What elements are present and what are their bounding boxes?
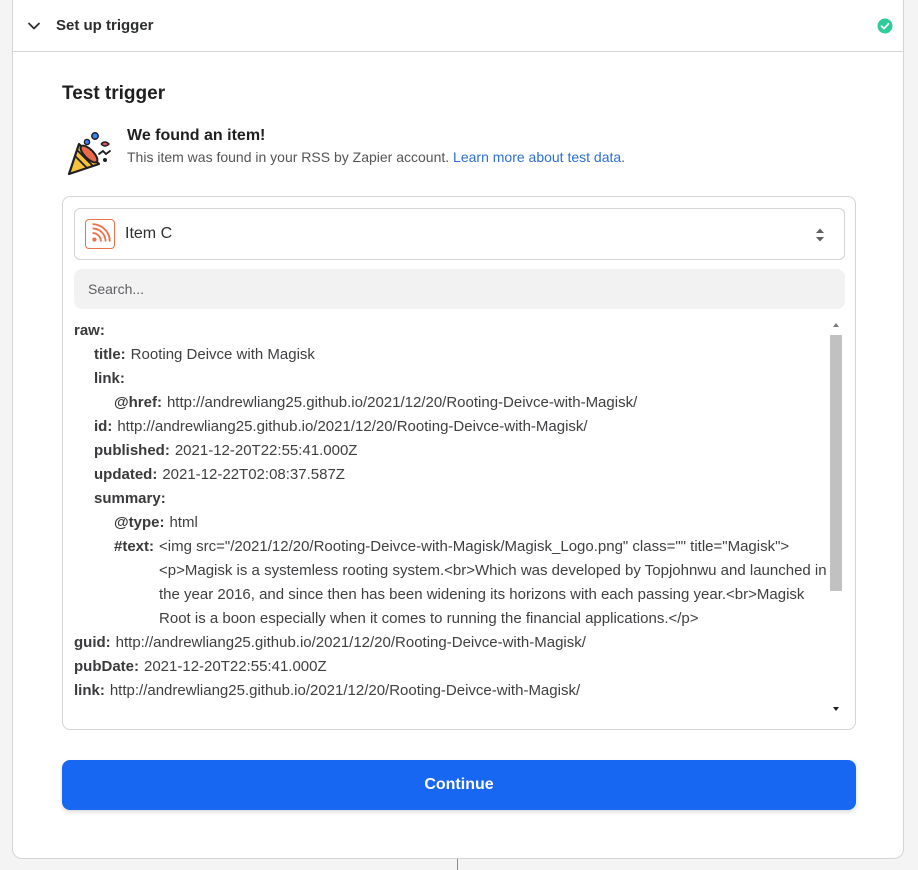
data-key: @type: [114,514,165,531]
data-row: raw: [74,319,829,343]
data-value: 2021-12-20T22:55:41.000Z [174,442,358,459]
found-description-trailing: . [621,149,626,165]
found-item-title: We found an item! [127,127,266,144]
scrollbar-thumb[interactable] [830,335,842,591]
check-circle-icon [877,18,893,34]
data-value: 2021-12-20T22:55:41.000Z [144,658,327,675]
data-key: #text: [114,538,155,555]
data-key: @href: [114,394,162,411]
scroll-down-arrow-icon[interactable] [832,705,840,713]
data-key: guid: [74,634,111,651]
data-value: html [169,514,198,531]
found-description-text: This item was found in your RSS by Zapie… [127,149,450,165]
data-value: http://andrewliang25.github.io/2021/12/2… [166,394,638,411]
data-row: @type: html [74,511,829,535]
selected-item-label: Item C [125,225,173,242]
data-key: pubDate: [74,658,139,675]
data-key: raw: [74,322,105,339]
data-row: @href: http://andrewliang25.github.io/202… [74,391,829,415]
party-popper-icon [67,132,111,176]
data-row: #text: <img src="/2021/12/20/Rooting-Deiv… [74,535,829,631]
data-value: http://andrewliang25.github.io/2021/12/2… [109,682,581,699]
data-value: 2021-12-22T02:08:37.587Z [162,466,345,483]
data-row: pubDate: 2021-12-20T22:55:41.000Z [74,655,829,679]
data-key: link: [74,682,105,699]
test-result-box: Item C raw: title:Rooting Deivce with Mag… [62,196,856,730]
data-value: http://andrewliang25.github.io/2021/12/2… [115,634,586,651]
data-key: published: [94,442,170,459]
data-key: summary: [94,490,166,507]
rss-icon [85,219,115,249]
data-key: id: [94,418,113,435]
data-row: link: [74,367,829,391]
data-row: link: http://andrewliang25.github.io/2021… [74,679,829,703]
data-value: <img src="/2021/12/20/Rooting-Deivce-wit… [159,538,827,627]
panel-title: Set up trigger [56,17,154,34]
data-row: summary: [74,487,829,511]
data-key: updated: [94,466,158,483]
data-row: published: 2021-12-20T22:55:41.000Z [74,439,829,463]
data-tree: raw: title: Rooting Deivce with Magisk link… [74,319,829,717]
scroll-up-arrow-icon[interactable] [832,321,840,329]
setup-trigger-panel: Set up trigger Test trigger We found an … [12,0,904,859]
data-row: guid: http://andrewliang25.github.io/2021… [74,631,829,655]
learn-more-link[interactable]: Learn more about test data [453,149,621,165]
step-connector-line [457,859,458,870]
data-row: title: Rooting Deivce with Magisk [74,343,829,367]
scrollbar[interactable] [829,319,843,717]
data-key: title: [94,346,126,363]
chevron-up-down-icon [816,228,824,242]
search-input[interactable] [74,269,845,309]
continue-button[interactable]: Continue [62,760,856,810]
data-row: updated: 2021-12-22T02:08:37.587Z [74,463,829,487]
data-value: Rooting Deivce with Magisk [130,346,315,363]
data-key: link: [94,370,125,387]
data-value: http://andrewliang25.github.io/2021/12/2… [117,418,588,435]
panel-header[interactable]: Set up trigger [13,0,903,52]
section-title: Test trigger [62,83,166,104]
item-select-dropdown[interactable]: Item C [74,208,845,260]
chevron-down-icon[interactable] [27,19,41,33]
found-item-description: This item was found in your RSS by Zapie… [127,149,625,165]
data-row: id: http://andrewliang25.github.io/2021/1… [74,415,829,439]
